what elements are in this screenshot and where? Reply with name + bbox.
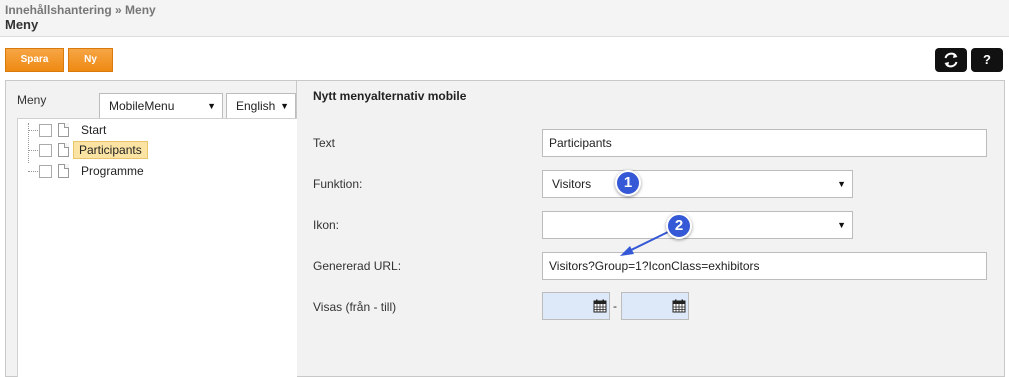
- annotation-arrow: [620, 231, 669, 256]
- annotation-marker-2: 2: [666, 213, 692, 239]
- annotation-marker-1: 1: [615, 170, 641, 196]
